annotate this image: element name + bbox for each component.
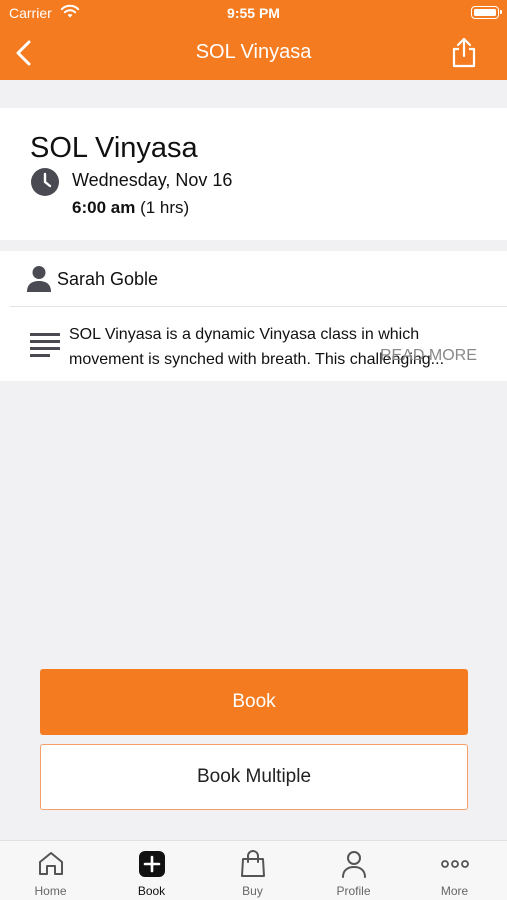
status-time: 9:55 PM bbox=[227, 5, 280, 21]
person-icon bbox=[27, 266, 51, 292]
back-button[interactable] bbox=[10, 38, 40, 68]
tab-book-label: Book bbox=[137, 884, 166, 898]
share-button[interactable] bbox=[449, 36, 479, 68]
top-bar: Carrier 9:55 PM SOL Vinyasa bbox=[0, 0, 507, 80]
tab-bar: Home Book Buy Profile More bbox=[0, 840, 507, 900]
instructor-name: Sarah Goble bbox=[57, 269, 159, 289]
more-dots-icon bbox=[440, 860, 469, 868]
class-details-card: Sarah Goble SOL Vinyasa is a dynamic Vin… bbox=[0, 251, 507, 381]
battery-icon bbox=[471, 6, 502, 19]
tab-buy-label: Buy bbox=[242, 884, 263, 898]
tab-profile[interactable]: Profile bbox=[303, 841, 404, 900]
tab-more[interactable]: More bbox=[404, 841, 505, 900]
book-plus-icon bbox=[138, 851, 165, 877]
class-header-card: SOL Vinyasa Wednesday, Nov 16 6:00 am (1… bbox=[0, 108, 507, 240]
tab-buy[interactable]: Buy bbox=[202, 841, 303, 900]
profile-icon bbox=[341, 851, 366, 878]
tab-home-label: Home bbox=[34, 884, 67, 898]
book-button[interactable]: Book bbox=[40, 669, 468, 735]
page-title: SOL Vinyasa bbox=[195, 41, 312, 63]
class-time: 6:00 am (1 hrs) bbox=[72, 198, 189, 218]
shopping-bag-icon bbox=[240, 850, 265, 877]
class-title: SOL Vinyasa bbox=[30, 132, 198, 164]
home-icon bbox=[38, 852, 63, 875]
divider bbox=[10, 306, 507, 307]
book-multiple-button[interactable]: Book Multiple bbox=[40, 744, 468, 810]
navigation-bar: SOL Vinyasa bbox=[0, 28, 507, 78]
status-bar: Carrier 9:55 PM bbox=[0, 0, 507, 26]
clock-icon bbox=[31, 168, 59, 196]
tab-home[interactable]: Home bbox=[0, 841, 101, 900]
class-date: Wednesday, Nov 16 bbox=[72, 170, 233, 190]
tab-book[interactable]: Book bbox=[101, 841, 202, 900]
description-icon bbox=[30, 333, 60, 357]
read-more-link[interactable]: READ MORE bbox=[380, 347, 477, 365]
tab-more-label: More bbox=[440, 884, 469, 898]
class-start-time: 6:00 am bbox=[72, 198, 136, 217]
class-duration: (1 hrs) bbox=[140, 198, 190, 217]
tab-profile-label: Profile bbox=[336, 884, 371, 898]
